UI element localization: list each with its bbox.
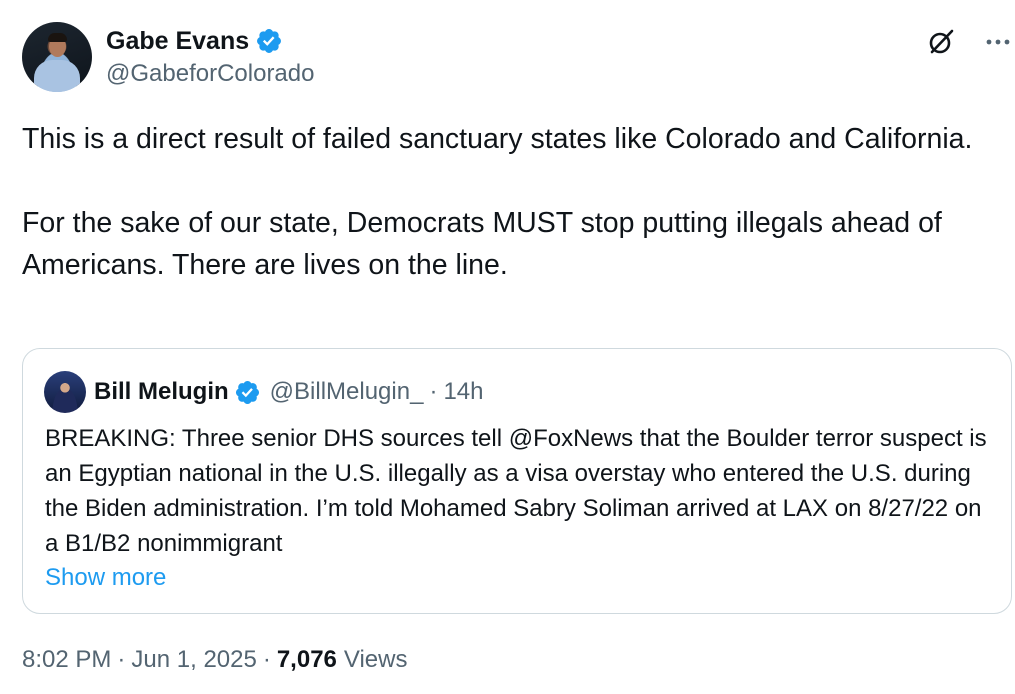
verified-badge-icon <box>235 380 259 404</box>
tweet: Gabe Evans @GabeforColorado This is a di… <box>0 0 1015 694</box>
tweet-date[interactable]: Jun 1, 2025 <box>131 646 256 674</box>
quoted-tweet-header: Bill Melugin @BillMelugin_ · 14h <box>44 370 483 414</box>
author-display-name[interactable]: Gabe Evans <box>106 27 249 56</box>
separator-dot: · <box>262 646 271 673</box>
grok-icon[interactable] <box>925 26 957 58</box>
author-avatar[interactable] <box>22 22 92 92</box>
quoted-author-display-name: Bill Melugin <box>94 378 229 405</box>
tweet-actions-top <box>925 26 1015 58</box>
tweet-paragraph: This is a direct result of failed sanctu… <box>22 123 973 155</box>
tweet-meta: 8:02 PM · Jun 1, 2025 · 7,076 Views <box>22 646 407 674</box>
tweet-time[interactable]: 8:02 PM <box>22 646 111 674</box>
views-label: Views <box>343 646 408 673</box>
more-options-icon[interactable] <box>983 27 1013 57</box>
separator-dot: · <box>117 646 126 673</box>
author-names: Gabe Evans @GabeforColorado <box>106 22 314 88</box>
views-count: 7,076 <box>276 646 337 673</box>
quoted-author-avatar <box>44 371 86 413</box>
quoted-tweet-time: 14h <box>443 378 484 405</box>
tweet-paragraph: For the sake of our state, Democrats MUS… <box>22 207 942 281</box>
quoted-author-handle: @BillMelugin_ <box>269 378 424 405</box>
show-more-link[interactable]: Show more <box>45 560 166 595</box>
tweet-text: This is a direct result of failed sanctu… <box>22 118 1012 286</box>
tweet-header: Gabe Evans @GabeforColorado <box>22 22 314 92</box>
quoted-tweet-text: BREAKING: Three senior DHS sources tell … <box>45 425 987 557</box>
author-handle[interactable]: @GabeforColorado <box>106 60 314 88</box>
separator-dot: · <box>429 378 438 405</box>
quoted-tweet[interactable]: Bill Melugin @BillMelugin_ · 14h BREAKIN… <box>22 348 1012 614</box>
verified-badge-icon <box>257 29 282 53</box>
